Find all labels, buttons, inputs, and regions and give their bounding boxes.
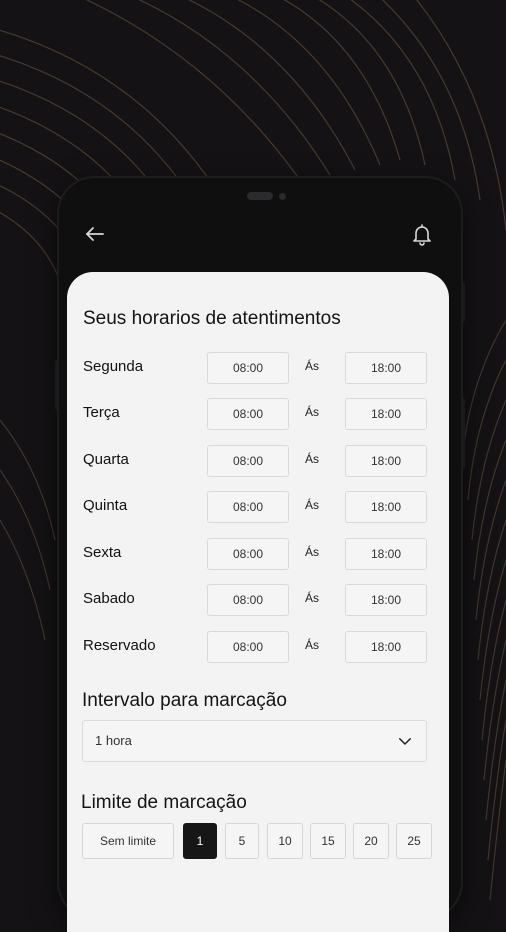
day-row-terca: Terça 08:00 Ás 18:00 xyxy=(83,398,429,430)
separator-label: Ás xyxy=(305,405,320,419)
back-button[interactable] xyxy=(81,220,109,248)
limit-option-10[interactable]: 10 xyxy=(267,823,303,859)
end-time-input[interactable]: 18:00 xyxy=(345,445,427,477)
day-label: Reservado xyxy=(83,637,156,654)
end-time-input[interactable]: 18:00 xyxy=(345,398,427,430)
start-time-input[interactable]: 08:00 xyxy=(207,538,289,570)
phone-camera xyxy=(279,193,286,200)
end-time-input[interactable]: 18:00 xyxy=(345,631,427,663)
limit-option-25[interactable]: 25 xyxy=(396,823,432,859)
day-label: Sexta xyxy=(83,544,122,561)
start-time-input[interactable]: 08:00 xyxy=(207,352,289,384)
end-time-input[interactable]: 18:00 xyxy=(345,584,427,616)
limit-option-sem-limite[interactable]: Sem limite xyxy=(82,823,174,859)
limit-option-15[interactable]: 15 xyxy=(310,823,346,859)
day-row-sexta: Sexta 08:00 Ás 18:00 xyxy=(83,538,429,570)
day-label: Quinta xyxy=(83,497,128,514)
interval-select[interactable]: 1 hora xyxy=(82,720,427,762)
day-label: Segunda xyxy=(83,358,144,375)
notifications-button[interactable] xyxy=(408,220,436,248)
phone-side-button xyxy=(461,282,465,322)
arrow-left-icon xyxy=(86,227,104,241)
day-label: Terça xyxy=(83,404,120,421)
end-time-input[interactable]: 18:00 xyxy=(345,538,427,570)
separator-label: Ás xyxy=(305,591,320,605)
settings-card: Seus horarios de atentimentos Segunda 08… xyxy=(67,272,449,932)
start-time-input[interactable]: 08:00 xyxy=(207,398,289,430)
phone-speaker xyxy=(247,192,273,200)
separator-label: Ás xyxy=(305,638,320,652)
interval-title: Intervalo para marcação xyxy=(82,690,287,711)
start-time-input[interactable]: 08:00 xyxy=(207,445,289,477)
day-row-reservado: Reservado 08:00 Ás 18:00 xyxy=(83,631,429,663)
end-time-input[interactable]: 18:00 xyxy=(345,491,427,523)
day-row-quinta: Quinta 08:00 Ás 18:00 xyxy=(83,491,429,523)
start-time-input[interactable]: 08:00 xyxy=(207,584,289,616)
separator-label: Ás xyxy=(305,498,320,512)
phone-side-button xyxy=(461,398,465,468)
day-label: Sabado xyxy=(83,590,135,607)
day-label: Quarta xyxy=(83,451,129,468)
start-time-input[interactable]: 08:00 xyxy=(207,631,289,663)
limit-title: Limite de marcação xyxy=(81,792,247,813)
day-row-segunda: Segunda 08:00 Ás 18:00 xyxy=(83,352,429,384)
limit-option-5[interactable]: 5 xyxy=(225,823,259,859)
separator-label: Ás xyxy=(305,452,320,466)
start-time-input[interactable]: 08:00 xyxy=(207,491,289,523)
separator-label: Ás xyxy=(305,545,320,559)
day-row-quarta: Quarta 08:00 Ás 18:00 xyxy=(83,445,429,477)
limit-option-20[interactable]: 20 xyxy=(353,823,389,859)
end-time-input[interactable]: 18:00 xyxy=(345,352,427,384)
separator-label: Ás xyxy=(305,359,320,373)
chevron-down-icon xyxy=(399,738,411,745)
day-row-sabado: Sabado 08:00 Ás 18:00 xyxy=(83,584,429,616)
phone-frame: Seus horarios de atentimentos Segunda 08… xyxy=(59,178,461,932)
schedule-title: Seus horarios de atentimentos xyxy=(83,308,341,329)
bell-icon xyxy=(413,224,431,246)
interval-select-value: 1 hora xyxy=(95,733,132,748)
limit-option-1[interactable]: 1 xyxy=(183,823,217,859)
